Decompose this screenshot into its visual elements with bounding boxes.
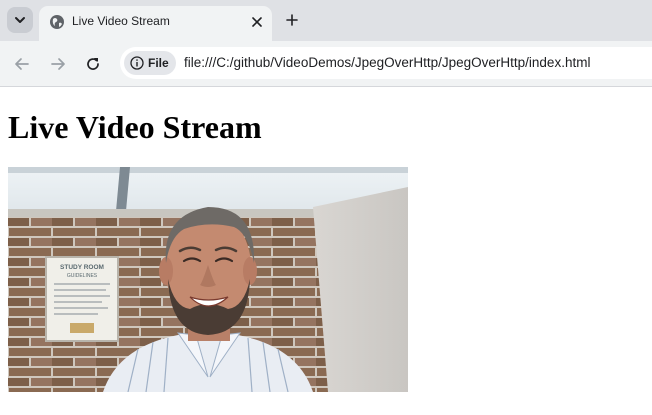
site-info-chip[interactable]: File xyxy=(124,51,176,75)
globe-icon xyxy=(50,15,64,29)
site-info-label: File xyxy=(148,56,169,70)
page-heading: Live Video Stream xyxy=(8,109,262,145)
address-bar[interactable]: File file:///C:/github/VideoDemos/JpegOv… xyxy=(120,47,652,79)
close-icon xyxy=(252,17,262,27)
plus-icon xyxy=(286,14,298,26)
wall-sign: STUDY ROOM GUIDELINES xyxy=(45,256,119,342)
tab-search-button[interactable] xyxy=(7,7,33,33)
reload-icon xyxy=(87,58,99,70)
forward-button[interactable] xyxy=(46,52,70,76)
sign-title: STUDY ROOM xyxy=(60,264,104,271)
url-text[interactable]: file:///C:/github/VideoDemos/JpegOverHtt… xyxy=(184,55,590,70)
side-wall xyxy=(313,187,408,392)
arrow-left-icon xyxy=(15,58,29,70)
sign-subtitle: GUIDELINES xyxy=(67,273,98,279)
video-stream: STUDY ROOM GUIDELINES xyxy=(8,167,408,392)
tab-close-button[interactable] xyxy=(248,13,266,31)
arrow-right-icon xyxy=(51,58,65,70)
chevron-down-icon xyxy=(15,17,25,23)
tab-title: Live Video Stream xyxy=(72,14,170,28)
info-icon xyxy=(130,56,144,70)
back-button[interactable] xyxy=(10,52,34,76)
tab-active[interactable]: Live Video Stream xyxy=(39,6,272,41)
video-frame-image: STUDY ROOM GUIDELINES xyxy=(8,167,408,392)
new-tab-button[interactable] xyxy=(281,9,303,31)
browser-toolbar: File file:///C:/github/VideoDemos/JpegOv… xyxy=(0,41,652,87)
reload-button[interactable] xyxy=(81,52,105,76)
tab-strip: Live Video Stream xyxy=(0,0,652,41)
